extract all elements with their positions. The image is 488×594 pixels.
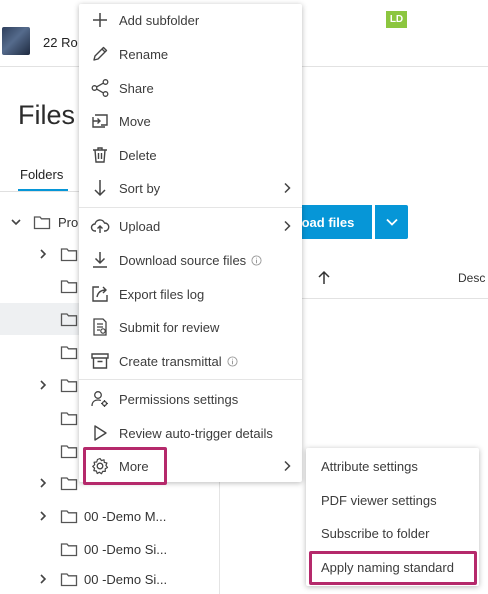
menu-item-share[interactable]: Share [79, 72, 302, 104]
info-icon[interactable] [251, 254, 262, 266]
folder-icon [60, 280, 78, 294]
gear-icon [89, 455, 111, 477]
chevron-right-icon[interactable] [37, 248, 49, 260]
menu-item-sort-by[interactable]: Sort by [79, 172, 302, 204]
chevron-right-icon[interactable] [37, 510, 49, 522]
submenu-item-apply-naming-standard[interactable]: Apply naming standard [306, 551, 479, 583]
submenu-item-attribute-settings[interactable]: Attribute settings [306, 450, 479, 482]
chevron-right-icon [284, 460, 291, 472]
user-avatar-badge[interactable]: LD [386, 11, 407, 28]
menu-divider [79, 207, 302, 208]
sort-down-icon [89, 177, 111, 199]
chevron-right-icon[interactable] [37, 477, 49, 489]
menu-item-export-files-log[interactable]: Export files log [79, 278, 302, 310]
tree-row-label: 00 -Demo Si... [84, 541, 168, 557]
tab-folders[interactable]: Folders [20, 167, 63, 182]
menu-divider [79, 379, 302, 380]
menu-item-add-subfolder[interactable]: Add subfolder [79, 4, 302, 36]
sort-up-icon[interactable] [317, 270, 331, 286]
folder-icon [60, 379, 78, 393]
folder-icon [60, 445, 78, 459]
folder-icon [60, 313, 78, 327]
folder-icon [60, 543, 78, 557]
review-doc-icon [89, 316, 111, 338]
transmittal-icon [89, 350, 111, 372]
chevron-down-icon [385, 218, 398, 226]
trash-icon [89, 144, 111, 166]
tree-row[interactable]: 00 -Demo Si... [0, 533, 219, 565]
pencil-icon [89, 43, 111, 65]
chevron-right-icon[interactable] [37, 379, 49, 391]
plus-icon [89, 9, 111, 31]
page-title: Files [18, 100, 76, 130]
column-header-description[interactable]: Desc [458, 271, 485, 285]
folder-icon [60, 573, 78, 587]
info-icon[interactable] [227, 355, 238, 367]
submenu-item-pdf-viewer-settings[interactable]: PDF viewer settings [306, 484, 479, 516]
tree-row-label: 00 -Demo M... [84, 508, 167, 524]
menu-item-upload[interactable]: Upload [79, 210, 302, 242]
folder-icon [60, 477, 78, 491]
more-submenu: Attribute settings PDF viewer settings S… [306, 448, 479, 586]
export-icon [89, 283, 111, 305]
menu-item-delete[interactable]: Delete [79, 139, 302, 171]
menu-item-review-auto-trigger-details[interactable]: Review auto-trigger details [79, 417, 302, 449]
play-icon [89, 422, 111, 444]
folder-context-menu: Add subfolder Rename Share Move Delete S… [79, 4, 302, 482]
user-gear-icon [89, 388, 111, 410]
folder-icon [60, 412, 78, 426]
menu-item-download-source-files[interactable]: Download source files [79, 244, 302, 276]
move-icon [89, 110, 111, 132]
chevron-right-icon [284, 220, 291, 232]
download-icon [89, 249, 111, 271]
menu-item-more[interactable]: More [79, 450, 302, 482]
cloud-upload-icon [89, 215, 111, 237]
chevron-right-icon [284, 182, 291, 194]
chevron-down-icon[interactable] [10, 216, 22, 228]
menu-item-submit-for-review[interactable]: Submit for review [79, 311, 302, 343]
menu-item-permissions-settings[interactable]: Permissions settings [79, 383, 302, 415]
folder-icon [60, 510, 78, 524]
share-icon [89, 77, 111, 99]
submenu-item-subscribe-to-folder[interactable]: Subscribe to folder [306, 517, 479, 549]
menu-item-move[interactable]: Move [79, 105, 302, 137]
upload-options-button[interactable] [375, 205, 408, 239]
folder-icon [60, 248, 78, 262]
menu-item-create-transmittal[interactable]: Create transmittal [79, 345, 302, 377]
project-thumbnail[interactable] [2, 27, 30, 55]
tree-row[interactable]: 00 -Demo Si... [0, 563, 219, 594]
tree-row-label: Pro [58, 214, 79, 230]
menu-item-rename[interactable]: Rename [79, 38, 302, 70]
project-name[interactable]: 22 Ro [43, 35, 78, 50]
folder-icon [33, 216, 51, 230]
tree-row-label: 00 -Demo Si... [84, 571, 168, 587]
tree-row[interactable]: 00 -Demo M... [0, 500, 219, 532]
folder-icon [60, 346, 78, 360]
chevron-right-icon[interactable] [37, 573, 49, 585]
